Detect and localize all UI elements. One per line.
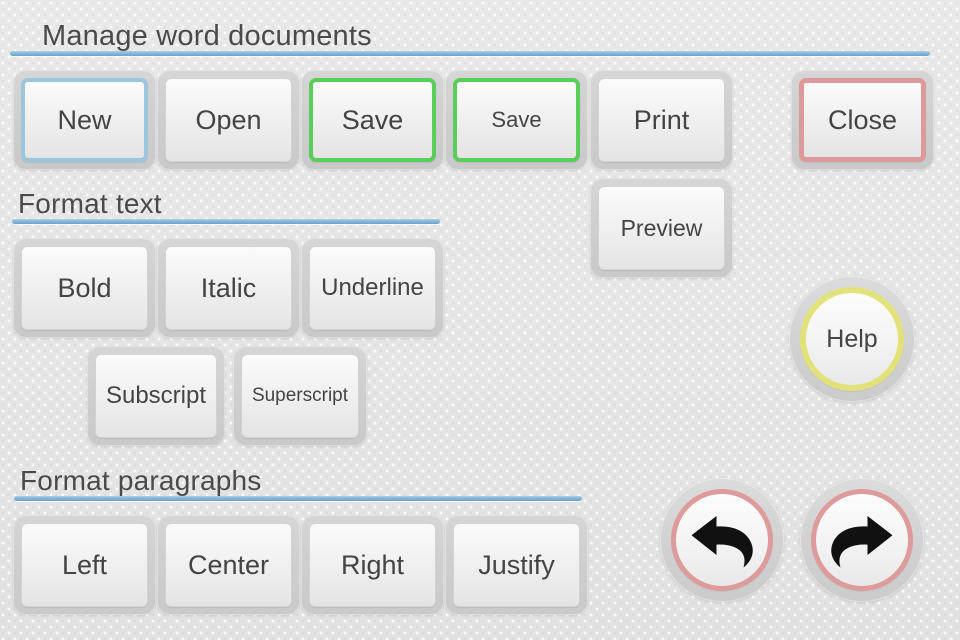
open-button[interactable]: Open [157,70,300,170]
redo-arrow-icon [811,489,913,591]
align-left-button[interactable]: Left [13,515,156,615]
superscript-button[interactable]: Superscript [233,346,367,446]
bold-button-label: Bold [21,246,148,330]
redo-button[interactable] [800,478,924,602]
subscript-button[interactable]: Subscript [87,346,225,446]
close-button[interactable]: Close [791,70,934,170]
close-button-label: Close [799,78,926,162]
section-heading-format-text: Format text [18,188,162,219]
align-center-button-label: Center [165,523,292,607]
section-heading-format-paragraphs: Format paragraphs [20,465,262,496]
align-right-button-label: Right [309,523,436,607]
save-button-label: Save [309,78,436,162]
section-rule-manage [10,51,930,56]
align-left-button-label: Left [21,523,148,607]
italic-button[interactable]: Italic [157,238,300,338]
print-button[interactable]: Print [590,70,733,170]
new-button[interactable]: New [13,70,156,170]
underline-button-label: Underline [309,246,436,330]
help-button[interactable]: Help [789,276,915,402]
align-justify-button[interactable]: Justify [445,515,588,615]
subscript-button-label: Subscript [95,354,217,438]
undo-arrow-icon [671,489,773,591]
open-button-label: Open [165,78,292,162]
undo-button[interactable] [660,478,784,602]
save-as-button[interactable]: Save [445,70,588,170]
italic-button-label: Italic [165,246,292,330]
align-justify-button-label: Justify [453,523,580,607]
preview-button[interactable]: Preview [590,178,733,278]
align-right-button[interactable]: Right [301,515,444,615]
align-center-button[interactable]: Center [157,515,300,615]
preview-button-label: Preview [598,186,725,270]
section-rule-format-text [12,219,440,224]
save-as-button-label: Save [453,78,580,162]
underline-button[interactable]: Underline [301,238,444,338]
new-button-label: New [21,78,148,162]
section-rule-format-paragraphs [14,496,582,501]
section-heading-manage: Manage word documents [42,20,372,52]
save-button[interactable]: Save [301,70,444,170]
app-root: Manage word documents New Open Save Save… [0,0,960,640]
superscript-button-label: Superscript [241,354,359,438]
print-button-label: Print [598,78,725,162]
help-button-label: Help [800,287,904,391]
bold-button[interactable]: Bold [13,238,156,338]
